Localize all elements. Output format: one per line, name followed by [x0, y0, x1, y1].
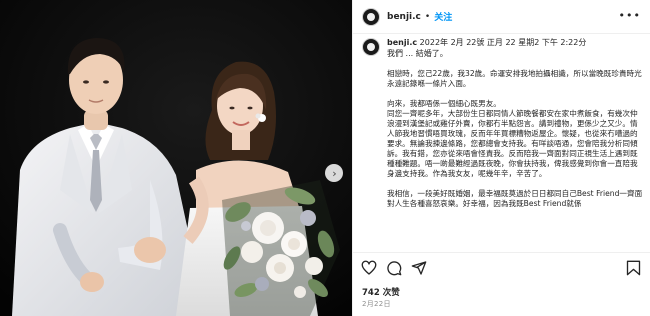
bookmark-icon[interactable]	[626, 260, 641, 276]
avatar-image	[367, 43, 375, 51]
comment-icon[interactable]	[386, 260, 402, 276]
caption-paragraph: 我相信，一段美好既婚姻，最幸福既莫過於日日都同自己Best Friend一齊面對…	[387, 189, 643, 208]
heart-icon[interactable]	[361, 260, 377, 276]
caption-header: benji.c 2022年 2月 22號 正月 22 星期2 下午 2:22分 …	[362, 38, 650, 59]
caption-first-line: benji.c 2022年 2月 22號 正月 22 星期2 下午 2:22分 …	[387, 38, 586, 59]
post-caption: benji.c 2022年 2月 22號 正月 22 星期2 下午 2:22分 …	[353, 38, 650, 250]
post-actions: 742 次赞 2月22日	[353, 252, 650, 316]
next-photo-button[interactable]: ›	[325, 164, 343, 182]
chevron-right-icon: ›	[332, 166, 337, 180]
caption-paragraph: 相戀時，您己22歲，我32歲。命運安排我地拍攝相識，所以當晚既珍貴時光永遠記錄喺…	[387, 69, 642, 88]
avatar[interactable]	[362, 7, 380, 26]
post-side-panel: benji.c • 关注 ••• benji.c 2022年 2月 22號 正月…	[352, 0, 650, 316]
action-icons	[361, 260, 427, 276]
like-count[interactable]: 742 次赞	[362, 286, 400, 298]
username-link[interactable]: benji.c	[387, 12, 421, 22]
caption-username[interactable]: benji.c	[387, 38, 417, 47]
caption-body: 相戀時，您己22歲，我32歲。命運安排我地拍攝相識，所以當晚既珍貴時光永遠記錄喺…	[362, 59, 650, 209]
caption-time: 2022年 2月 22號 正月 22 星期2 下午 2:22分	[419, 38, 587, 47]
caption-opening: 我們 ... 結婚了。	[387, 48, 448, 58]
separator-dot: •	[424, 11, 431, 22]
follow-button[interactable]: 关注	[434, 10, 452, 23]
caption-avatar[interactable]	[362, 38, 380, 56]
share-icon[interactable]	[411, 260, 427, 276]
caption-paragraph: 向來，我都唔係一個細心既男友。	[387, 99, 501, 108]
wedding-photo-image	[0, 0, 352, 316]
more-icon[interactable]: •••	[619, 9, 641, 22]
post-header: benji.c • 关注 •••	[353, 0, 650, 34]
avatar-image	[367, 12, 375, 21]
post-date: 2月22日	[362, 300, 391, 308]
caption-paragraph: 同您一齊呢多年，大部份生日都同情人節晚餐都安在家中煮飯食，有幾次仲浪漫到漢堡記或…	[387, 109, 638, 178]
post-photo[interactable]: ›	[0, 0, 352, 316]
